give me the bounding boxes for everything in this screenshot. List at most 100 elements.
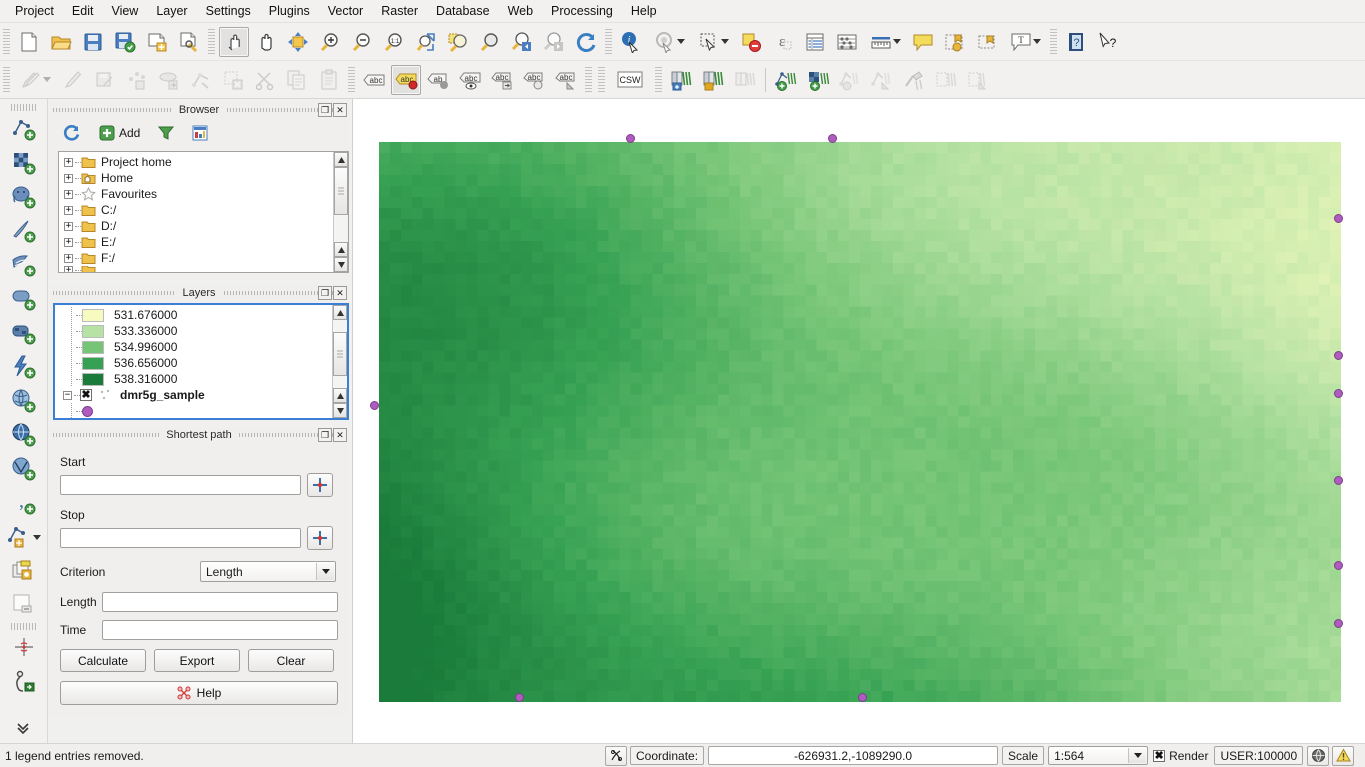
- new-shapefile-layer-icon[interactable]: [3, 520, 45, 554]
- attribute-table-icon[interactable]: [800, 27, 830, 57]
- time-output[interactable]: [102, 620, 338, 640]
- browser-item-project-home[interactable]: + Project home: [59, 154, 332, 170]
- menu-edit[interactable]: Edit: [63, 1, 103, 22]
- menu-view[interactable]: View: [102, 1, 147, 22]
- new-network-icon[interactable]: [771, 65, 801, 95]
- add-vector-layer-icon[interactable]: [6, 112, 42, 146]
- layers-float-button[interactable]: ❐: [318, 286, 332, 300]
- scroll-down-icon[interactable]: [334, 257, 348, 272]
- chevron-down-icon-2[interactable]: [720, 39, 729, 44]
- rotate-label-icon[interactable]: abc: [519, 65, 549, 95]
- new-print-layout-icon[interactable]: [142, 27, 172, 57]
- browser-item-favourites[interactable]: + Favourites: [59, 186, 332, 202]
- add-mssql-layer-icon[interactable]: [6, 248, 42, 282]
- toolbar-grip-4[interactable]: [1050, 28, 1057, 55]
- start-input[interactable]: [60, 475, 301, 495]
- scroll-up-icon[interactable]: [334, 152, 348, 167]
- save-project-as-icon[interactable]: [110, 27, 140, 57]
- expand-icon-6[interactable]: +: [64, 237, 73, 247]
- layers-scroll-thumb[interactable]: [333, 332, 347, 376]
- highlight-pinned-labels-icon[interactable]: abc: [391, 64, 421, 95]
- style-manager-icon[interactable]: [174, 27, 204, 57]
- add-wfs-layer-icon[interactable]: [6, 418, 42, 452]
- add-raster-layer-icon[interactable]: [6, 146, 42, 180]
- browser-refresh-button[interactable]: [59, 121, 85, 145]
- calculate-button[interactable]: Calculate: [60, 649, 146, 672]
- new-project-icon[interactable]: [14, 27, 44, 57]
- show-hide-labels-icon[interactable]: abc: [455, 65, 485, 95]
- show-bookmarks-icon[interactable]: [972, 27, 1002, 57]
- crs-status[interactable]: USER:100000: [1214, 746, 1304, 765]
- add-postgis-layer-icon[interactable]: [6, 180, 42, 214]
- offline-editing-icon[interactable]: [698, 65, 728, 95]
- browser-title-bar[interactable]: Browser ❐ ✕: [49, 102, 349, 118]
- expand-icon-2[interactable]: +: [64, 173, 73, 183]
- menu-processing[interactable]: Processing: [542, 1, 622, 22]
- start-pick-button[interactable]: [307, 473, 333, 497]
- browser-item-home[interactable]: + Home: [59, 170, 332, 186]
- layer-visibility-checkbox[interactable]: ✖: [80, 389, 92, 401]
- warning-icon[interactable]: [1332, 745, 1355, 766]
- open-project-icon[interactable]: [46, 27, 76, 57]
- scroll-thumb[interactable]: [334, 167, 348, 215]
- expand-icon-7[interactable]: +: [64, 253, 73, 263]
- db-manager-icon[interactable]: [666, 65, 696, 95]
- zoom-in-icon[interactable]: [315, 27, 345, 57]
- new-geopackage-layer-icon[interactable]: [6, 554, 42, 588]
- zoom-layer-icon[interactable]: [475, 27, 505, 57]
- menu-raster[interactable]: Raster: [372, 1, 427, 22]
- toolbar-grip-5[interactable]: [3, 66, 10, 93]
- toolbar-grip-3[interactable]: [605, 28, 612, 55]
- layers-scroll-up-icon-2[interactable]: [333, 388, 347, 403]
- pan-to-selection-icon[interactable]: [283, 27, 313, 57]
- lock-extent-icon[interactable]: [605, 745, 627, 766]
- chevron-down-icon-4[interactable]: [1032, 39, 1041, 44]
- whats-this-icon[interactable]: ?: [1093, 27, 1123, 57]
- identify-features-icon[interactable]: i: [616, 27, 646, 57]
- browser-add-button[interactable]: Add: [95, 122, 144, 144]
- expand-icon-4[interactable]: +: [64, 205, 73, 215]
- change-label-icon[interactable]: abc: [551, 65, 581, 95]
- layers-scroll-track[interactable]: [333, 320, 347, 388]
- csw-icon[interactable]: CSW: [609, 65, 651, 95]
- layers-close-button[interactable]: ✕: [333, 286, 347, 300]
- chevron-down-icon[interactable]: [676, 39, 685, 44]
- georeferencer-icon[interactable]: [6, 631, 42, 665]
- pan-map-icon[interactable]: [219, 26, 249, 57]
- save-project-icon[interactable]: [78, 27, 108, 57]
- deselect-features-icon[interactable]: [736, 27, 766, 57]
- add-oracle-layer-icon[interactable]: [6, 282, 42, 316]
- scroll-track[interactable]: [334, 167, 348, 242]
- browser-item-d-drive[interactable]: + D:/: [59, 218, 332, 234]
- browser-float-button[interactable]: ❐: [318, 103, 332, 117]
- browser-item-f-drive[interactable]: + F:/: [59, 250, 332, 266]
- sp-close-button[interactable]: ✕: [333, 428, 347, 442]
- add-wms-layer-icon[interactable]: [6, 384, 42, 418]
- text-annotation-icon[interactable]: T: [1004, 27, 1046, 57]
- overflow-icon[interactable]: [6, 711, 42, 745]
- menu-vector[interactable]: Vector: [319, 1, 372, 22]
- browser-tree[interactable]: + Project home + Home + Favourites + C:/…: [58, 151, 349, 273]
- scale-select[interactable]: 1:564: [1048, 746, 1149, 765]
- map-tips-icon[interactable]: [908, 27, 938, 57]
- field-calculator-icon[interactable]: [832, 27, 862, 57]
- select-by-expression-icon[interactable]: ε: [768, 27, 798, 57]
- toolbar-grip-8[interactable]: [598, 66, 605, 93]
- help-button[interactable]: Help: [60, 681, 338, 705]
- expand-icon-8[interactable]: +: [64, 266, 73, 272]
- move-label-icon[interactable]: abc: [487, 65, 517, 95]
- chevron-down-icon-left[interactable]: [33, 534, 41, 540]
- layers-title-bar[interactable]: Layers ❐ ✕: [49, 285, 349, 301]
- new-memory-layer-icon[interactable]: [6, 588, 42, 622]
- globe-icon[interactable]: [1307, 745, 1330, 766]
- zoom-selection-icon[interactable]: [443, 27, 473, 57]
- toolbar-grip-6[interactable]: [348, 66, 355, 93]
- select-features-icon[interactable]: [692, 27, 734, 57]
- sp-float-button[interactable]: ❐: [318, 428, 332, 442]
- menu-plugins[interactable]: Plugins: [260, 1, 319, 22]
- layers-tree[interactable]: 531.676000 533.336000 534.996000 536.656…: [53, 303, 349, 420]
- coordinate-value[interactable]: -626931.2,-1089290.0: [708, 746, 999, 765]
- expand-icon[interactable]: +: [64, 157, 73, 167]
- toolbar-grip-7[interactable]: [585, 66, 592, 93]
- run-feature-action-icon[interactable]: [648, 27, 690, 57]
